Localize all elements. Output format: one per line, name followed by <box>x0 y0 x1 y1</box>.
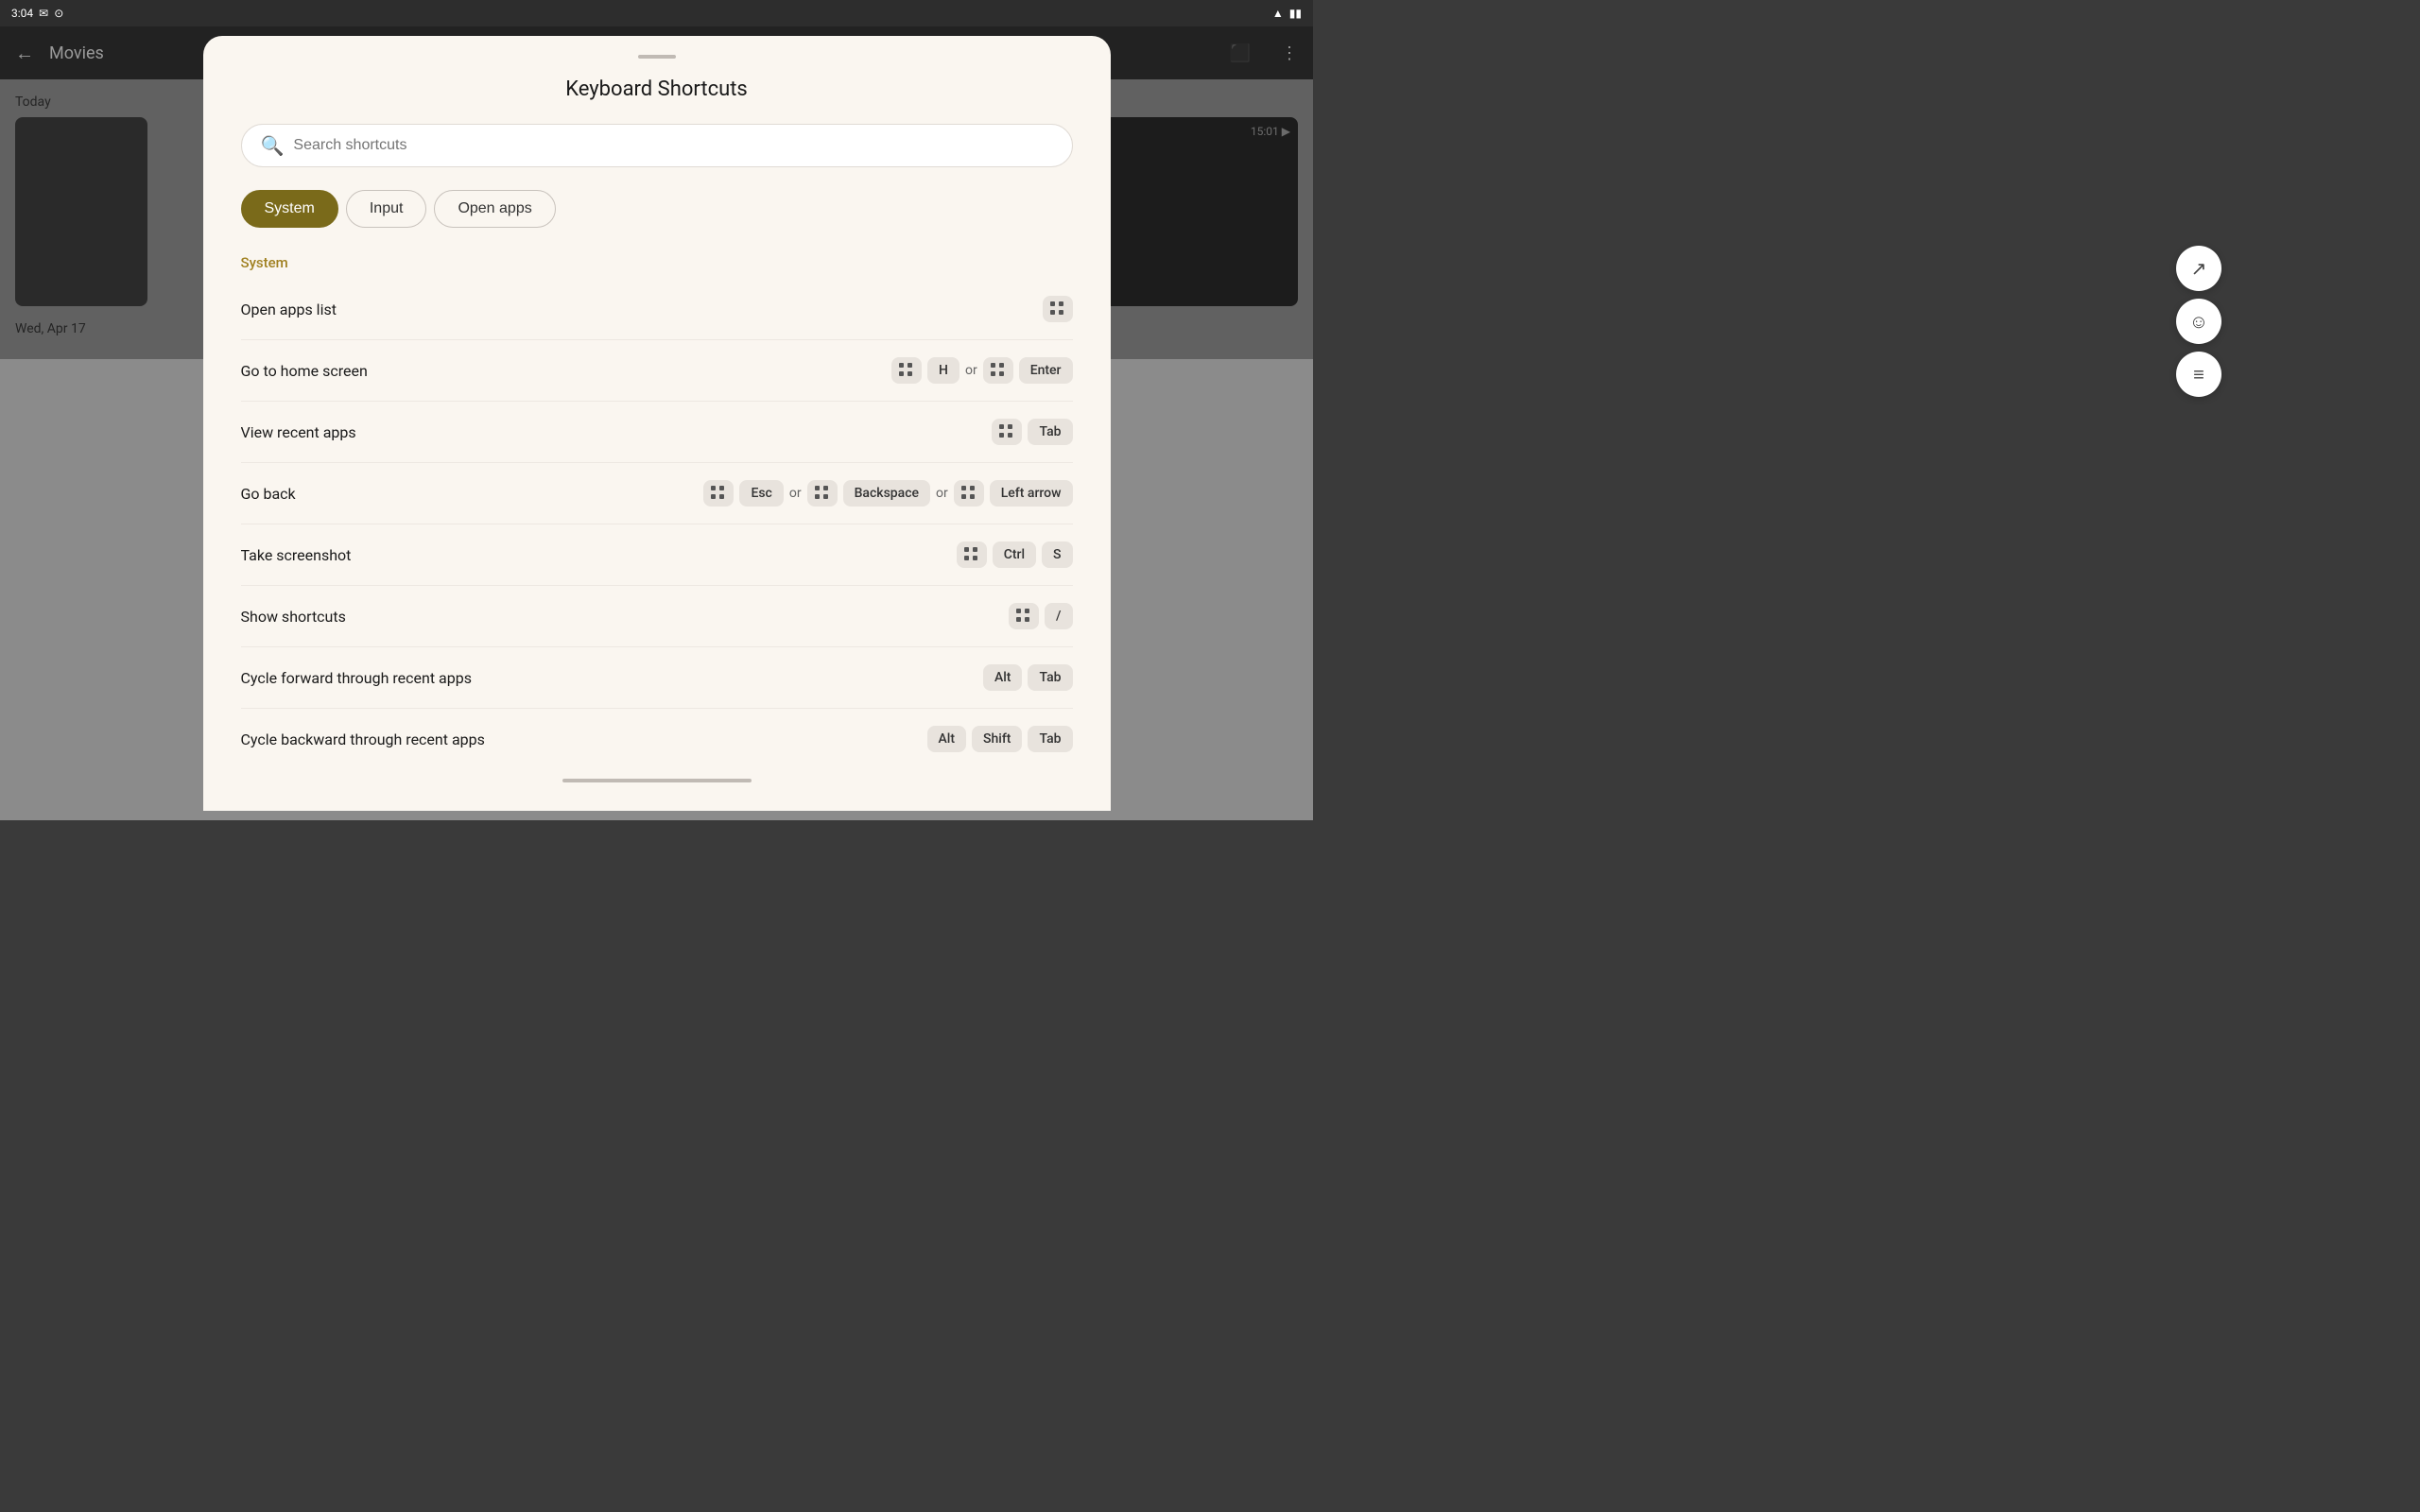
shortcut-name: Cycle forward through recent apps <box>241 669 472 687</box>
key-alt: Alt <box>927 726 967 752</box>
key-grid <box>957 541 987 568</box>
shortcut-open-apps-list: Open apps list <box>241 279 1073 340</box>
clock-icon: ⊙ <box>54 7 63 20</box>
status-bar: 3:04 ✉ ⊙ ▲ ▮▮ <box>0 0 1313 26</box>
status-bar-right: ▲ ▮▮ <box>1272 7 1302 20</box>
grid-icon <box>1016 609 1031 624</box>
key-grid <box>807 480 838 507</box>
key-grid <box>1043 296 1073 322</box>
shortcut-name: Show shortcuts <box>241 608 346 626</box>
shortcut-name: Go back <box>241 485 296 503</box>
key-shift: Shift <box>972 726 1022 752</box>
keyboard-shortcuts-modal: Keyboard Shortcuts 🔍 System Input Open a… <box>203 36 1111 811</box>
key-grid <box>954 480 984 507</box>
key-esc: Esc <box>739 480 783 507</box>
modal-title: Keyboard Shortcuts <box>241 77 1073 101</box>
key-alt: Alt <box>983 664 1023 691</box>
emoji-fab[interactable]: ☺ <box>2176 299 2221 344</box>
key-grid <box>703 480 734 507</box>
key-or: or <box>789 486 802 501</box>
tabs-container: System Input Open apps <box>241 190 1073 228</box>
expand-fab[interactable]: ↗ <box>2176 246 2221 291</box>
grid-icon <box>711 486 726 501</box>
battery-icon: ▮▮ <box>1289 7 1302 20</box>
key-grid <box>992 419 1022 445</box>
grid-icon <box>991 363 1006 378</box>
key-tab: Tab <box>1028 664 1072 691</box>
key-h: H <box>927 357 959 384</box>
shortcuts-list: Open apps list Go to home screen <box>241 279 1073 764</box>
status-bar-left: 3:04 ✉ ⊙ <box>11 7 63 20</box>
shortcut-keys: Alt Shift Tab <box>927 726 1073 752</box>
shortcut-keys: / <box>1009 603 1072 629</box>
key-tab: Tab <box>1028 726 1072 752</box>
shortcut-name: Open apps list <box>241 301 337 318</box>
shortcut-go-home: Go to home screen H or <box>241 340 1073 402</box>
key-grid <box>1009 603 1039 629</box>
section-heading: System <box>241 254 1073 271</box>
key-grid <box>891 357 922 384</box>
grid-icon <box>999 424 1014 439</box>
shortcut-name: Go to home screen <box>241 362 368 380</box>
key-ctrl: Ctrl <box>993 541 1036 568</box>
search-bar[interactable]: 🔍 <box>241 124 1073 167</box>
wifi-icon: ▲ <box>1272 7 1284 20</box>
drag-handle[interactable] <box>638 55 676 59</box>
grid-icon <box>815 486 830 501</box>
mail-icon: ✉ <box>39 7 48 20</box>
key-or: or <box>965 363 977 378</box>
key-tab: Tab <box>1028 419 1072 445</box>
shortcut-show-shortcuts: Show shortcuts / <box>241 586 1073 647</box>
scroll-indicator <box>562 779 752 782</box>
shortcut-keys: Tab <box>992 419 1072 445</box>
shortcut-keys: H or Enter <box>891 357 1072 384</box>
shortcut-view-recent: View recent apps Tab <box>241 402 1073 463</box>
shortcut-cycle-forward: Cycle forward through recent apps Alt Ta… <box>241 647 1073 709</box>
key-backspace: Backspace <box>843 480 930 507</box>
search-input[interactable] <box>293 137 1052 154</box>
key-s: S <box>1042 541 1072 568</box>
time-display: 3:04 <box>11 7 33 20</box>
shortcut-take-screenshot: Take screenshot Ctrl S <box>241 524 1073 586</box>
search-icon: 🔍 <box>261 134 285 157</box>
shortcut-name: Take screenshot <box>241 546 352 564</box>
key-left-arrow: Left arrow <box>990 480 1073 507</box>
tab-input[interactable]: Input <box>346 190 427 228</box>
key-slash: / <box>1045 603 1072 629</box>
tab-open-apps[interactable]: Open apps <box>434 190 555 228</box>
key-enter: Enter <box>1019 357 1073 384</box>
shortcut-go-back: Go back Esc or <box>241 463 1073 524</box>
shortcut-keys <box>1043 296 1073 322</box>
tab-system[interactable]: System <box>241 190 338 228</box>
grid-icon <box>899 363 914 378</box>
shortcut-name: View recent apps <box>241 423 356 441</box>
shortcut-keys: Esc or Backspace or <box>703 480 1072 507</box>
shortcut-name: Cycle backward through recent apps <box>241 730 485 748</box>
shortcut-cycle-backward: Cycle backward through recent apps Alt S… <box>241 709 1073 764</box>
key-or: or <box>936 486 948 501</box>
shortcut-keys: Ctrl S <box>957 541 1073 568</box>
grid-icon <box>964 547 979 562</box>
key-grid <box>983 357 1013 384</box>
grid-icon <box>961 486 977 501</box>
modal-overlay: Keyboard Shortcuts 🔍 System Input Open a… <box>0 26 1313 820</box>
menu-fab[interactable]: ≡ <box>2176 352 2221 397</box>
grid-icon <box>1050 301 1065 317</box>
shortcut-keys: Alt Tab <box>983 664 1073 691</box>
